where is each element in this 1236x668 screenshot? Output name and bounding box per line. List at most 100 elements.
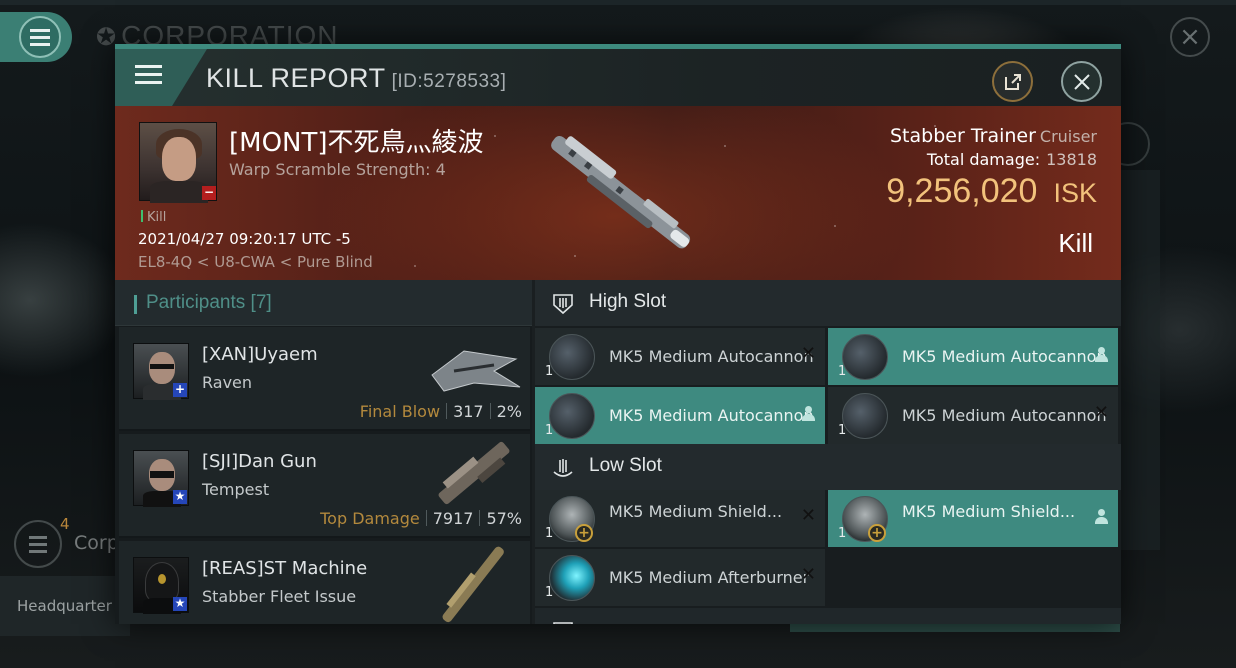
hq-label: Headquarter: [17, 597, 112, 615]
participant-avatar[interactable]: ★: [133, 450, 189, 507]
report-id: [ID:5278533]: [391, 71, 507, 92]
isk-unit: ISK: [1053, 178, 1097, 208]
participant-row[interactable]: ★ [SJI]Dan Gun Tempest Top Damage 7917 57%: [119, 434, 530, 538]
module-name: MK5 Medium Autocannon: [609, 406, 814, 425]
module-qty: 1: [838, 364, 847, 379]
stabber-ship-icon: [442, 546, 504, 623]
module-qty: 1: [838, 423, 847, 438]
plus-icon: +: [575, 524, 593, 542]
result-label: Kill: [1058, 228, 1093, 258]
participant-percent: 2%: [496, 402, 522, 421]
victim-portrait[interactable]: −: [139, 122, 217, 203]
background-close-button[interactable]: ×: [1170, 17, 1210, 57]
raven-ship-icon: [431, 350, 521, 392]
tempest-ship-icon: [438, 441, 510, 505]
module-qty: 1: [838, 526, 847, 541]
participants-panel: Participants [7] + [XAN]Uyaem Raven Fina…: [115, 280, 532, 624]
kill-datetime: 2021/04/27 09:20:17 UTC -5: [138, 230, 351, 248]
module-name: MK5 Medium Afterburner: [609, 568, 810, 587]
module-name: MK5 Medium Shield...: [902, 502, 1076, 521]
victim-subtitle: Warp Scramble Strength: 4: [229, 160, 446, 179]
participant-avatar[interactable]: +: [133, 343, 189, 400]
share-button[interactable]: [992, 61, 1033, 102]
autocannon-icon: [549, 334, 595, 380]
minus-icon: −: [202, 185, 216, 200]
participant-damage: 7917: [432, 509, 474, 528]
ship-class: Cruiser: [1039, 127, 1097, 146]
module-name: MK5 Medium Autocannon: [902, 406, 1107, 425]
module-item[interactable]: 1 MK5 Medium Autocannon ✕: [828, 387, 1118, 444]
participant-name: [XAN]Uyaem: [202, 344, 318, 365]
star-icon: ✪: [96, 24, 118, 51]
module-qty: 1: [545, 526, 554, 541]
destroyed-x-icon: ✕: [1093, 402, 1109, 423]
kill-tag: Kill: [141, 210, 166, 225]
afterburner-icon: [549, 555, 595, 601]
participant-row[interactable]: ★ [REAS]ST Machine Stabber Fleet Issue: [119, 541, 530, 624]
corp-label: Corp: [74, 532, 119, 554]
dropped-pilot-icon: [1094, 509, 1108, 525]
participants-header: Participants [7]: [115, 280, 532, 326]
module-qty: 1: [545, 364, 554, 379]
side-panel: [1120, 170, 1160, 550]
destroyed-x-icon: ✕: [800, 564, 816, 585]
participant-ship: Stabber Fleet Issue: [202, 587, 357, 606]
window-menu-button[interactable]: [115, 49, 207, 106]
isk-value: 9,256,020 ISK: [886, 172, 1097, 210]
destroyed-x-icon: ✕: [800, 343, 816, 364]
module-name: MK5 Medium Autocannon: [609, 347, 814, 366]
victim-ship-image[interactable]: [525, 108, 715, 278]
participants-title: Participants [7]: [146, 292, 272, 313]
destroyed-x-icon: ✕: [800, 505, 816, 526]
window-title: KILL REPORT [ID:5278533]: [206, 63, 507, 93]
dropped-pilot-icon: [801, 406, 815, 422]
kill-report-window: KILL REPORT [ID:5278533] − [MONT]不死鳥灬綾波 W…: [115, 44, 1121, 624]
dropped-pilot-icon: [1094, 347, 1108, 363]
participant-row[interactable]: + [XAN]Uyaem Raven Final Blow 317 2%: [119, 327, 530, 431]
total-damage-value: 13818: [1046, 150, 1097, 169]
victim-ship-name[interactable]: Stabber Trainer Cruiser: [890, 125, 1097, 147]
module-qty: 1: [545, 585, 554, 600]
module-item[interactable]: 1 MK5 Medium Autocannon: [828, 328, 1118, 385]
victim-banner: − [MONT]不死鳥灬綾波 Warp Scramble Strength: 4…: [115, 106, 1121, 280]
corp-menu-button[interactable]: [14, 520, 62, 568]
participant-damage: 317: [453, 402, 484, 421]
star-icon: ★: [173, 489, 187, 504]
module-name: MK5 Medium Autocannon: [902, 347, 1107, 366]
participant-stats: Top Damage 7917 57%: [320, 509, 522, 528]
star-icon: ★: [173, 596, 187, 611]
participant-ship: Raven: [202, 373, 253, 392]
module-name: MK5 Medium Shield...: [609, 502, 783, 521]
participant-avatar[interactable]: ★: [133, 557, 189, 614]
kill-location[interactable]: EL8-4Q < U8-CWA < Pure Blind: [138, 253, 373, 271]
module-item[interactable]: + 1 MK5 Medium Shield...: [828, 490, 1118, 547]
plus-icon: +: [173, 382, 187, 397]
hamburger-icon: [135, 65, 162, 84]
module-item[interactable]: 1 MK5 Medium Afterburner ✕: [535, 549, 825, 606]
close-button[interactable]: [1061, 61, 1102, 102]
participant-ship: Tempest: [202, 480, 270, 499]
hamburger-icon: [19, 16, 61, 58]
slot-icon: [553, 622, 573, 624]
module-item[interactable]: + 1 MK5 Medium Shield... ✕: [535, 490, 825, 547]
participant-name: [SJI]Dan Gun: [202, 451, 317, 472]
total-damage: Total damage: 13818: [926, 150, 1097, 169]
module-qty: 1: [545, 423, 554, 438]
external-link-icon: [1004, 73, 1021, 90]
autocannon-icon: [842, 334, 888, 380]
top-border: [0, 0, 1236, 5]
high-slot-header: High Slot: [535, 280, 1121, 326]
victim-name[interactable]: [MONT]不死鳥灬綾波: [229, 122, 484, 159]
autocannon-icon: [549, 393, 595, 439]
participant-percent: 57%: [486, 509, 522, 528]
main-menu-button[interactable]: [0, 12, 72, 62]
window-header: KILL REPORT [ID:5278533]: [115, 49, 1121, 106]
fitting-panel: High Slot 1 MK5 Medium Autocannon ✕ 1 MK…: [535, 280, 1121, 624]
top-damage-tag: Top Damage: [320, 509, 420, 528]
module-item[interactable]: 1 MK5 Medium Autocannon ✕: [535, 328, 825, 385]
module-item[interactable]: 1 MK5 Medium Autocannon: [535, 387, 825, 444]
autocannon-icon: [842, 393, 888, 439]
participant-stats: Final Blow 317 2%: [360, 402, 522, 421]
participant-name: [REAS]ST Machine: [202, 558, 368, 579]
high-slot-icon: [553, 294, 573, 315]
